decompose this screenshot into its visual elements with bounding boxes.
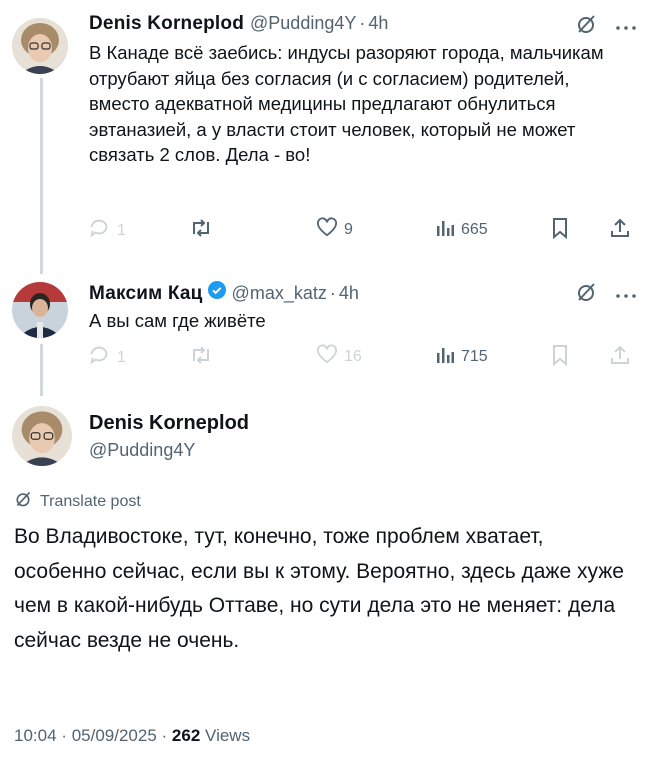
views-label: Views bbox=[205, 726, 251, 745]
share-button[interactable] bbox=[609, 217, 631, 244]
views-count: 262 bbox=[171, 726, 201, 745]
heart-icon bbox=[316, 344, 338, 369]
repost-button[interactable] bbox=[189, 344, 213, 371]
grok-icon[interactable] bbox=[575, 13, 597, 40]
thread-line bbox=[40, 78, 43, 274]
action-bar: 1 16 715 bbox=[89, 344, 634, 368]
bookmark-button[interactable] bbox=[551, 217, 569, 244]
share-icon bbox=[609, 344, 631, 371]
author-handle[interactable]: @max_katz bbox=[232, 283, 327, 304]
repost-icon bbox=[189, 217, 213, 244]
views-button[interactable]: 715 bbox=[435, 344, 488, 369]
separator: · bbox=[329, 283, 336, 303]
post-text: В Канаде всё заебись: индусы разоряют го… bbox=[89, 42, 604, 165]
heart-icon bbox=[316, 217, 338, 242]
reply-button[interactable]: 1 bbox=[89, 217, 126, 244]
post-time[interactable]: 10:04 bbox=[14, 726, 57, 745]
translate-label: Translate post bbox=[40, 492, 141, 510]
like-count: 16 bbox=[344, 347, 362, 365]
views-button[interactable]: 665 bbox=[435, 217, 488, 242]
reply-button[interactable]: 1 bbox=[89, 344, 126, 371]
bookmark-button[interactable] bbox=[551, 344, 569, 371]
grok-icon[interactable] bbox=[575, 281, 597, 308]
analytics-icon bbox=[435, 217, 455, 242]
author-name[interactable]: Максим Кац bbox=[89, 283, 203, 305]
post-time[interactable]: 4h bbox=[368, 13, 388, 34]
avatar[interactable] bbox=[12, 18, 68, 74]
translate-post-link[interactable]: Translate post bbox=[14, 490, 141, 513]
reply-count: 1 bbox=[117, 221, 126, 239]
repost-button[interactable] bbox=[189, 217, 213, 244]
share-icon bbox=[609, 217, 631, 244]
separator: · bbox=[61, 726, 67, 745]
post-text: А вы сам где живёте bbox=[89, 310, 266, 331]
grok-icon bbox=[14, 490, 32, 513]
bookmark-icon bbox=[551, 344, 569, 371]
reply-count: 1 bbox=[117, 348, 126, 366]
like-button[interactable]: 16 bbox=[316, 344, 362, 369]
thread-line bbox=[40, 344, 43, 396]
analytics-icon bbox=[435, 344, 455, 369]
share-button[interactable] bbox=[609, 344, 631, 371]
action-bar: 1 9 665 bbox=[89, 217, 634, 241]
author-handle[interactable]: @Pudding4Y bbox=[250, 13, 356, 34]
separator: · bbox=[161, 726, 168, 745]
author-handle[interactable]: @Pudding4Y bbox=[89, 440, 195, 461]
avatar[interactable] bbox=[12, 282, 68, 338]
reply-icon bbox=[89, 344, 111, 371]
post-time[interactable]: 4h bbox=[339, 283, 359, 304]
repost-icon bbox=[189, 344, 213, 371]
post-date[interactable]: 05/09/2025 bbox=[72, 726, 157, 745]
verified-badge-icon bbox=[207, 281, 226, 299]
separator: · bbox=[359, 13, 366, 33]
view-count: 665 bbox=[461, 220, 488, 238]
bookmark-icon bbox=[551, 217, 569, 244]
view-count: 715 bbox=[461, 347, 488, 365]
author-name[interactable]: Denis Korneplod bbox=[89, 412, 249, 435]
more-icon[interactable] bbox=[615, 286, 637, 304]
post-meta: 10:04 · 05/09/2025 · 262 Views bbox=[14, 726, 250, 746]
avatar[interactable] bbox=[12, 406, 72, 466]
like-count: 9 bbox=[344, 220, 353, 238]
post-text: Во Владивостоке, тут, конечно, тоже проб… bbox=[14, 525, 624, 652]
author-name[interactable]: Denis Korneplod bbox=[89, 13, 244, 35]
reply-icon bbox=[89, 217, 111, 244]
more-icon[interactable] bbox=[615, 18, 637, 36]
like-button[interactable]: 9 bbox=[316, 217, 353, 242]
